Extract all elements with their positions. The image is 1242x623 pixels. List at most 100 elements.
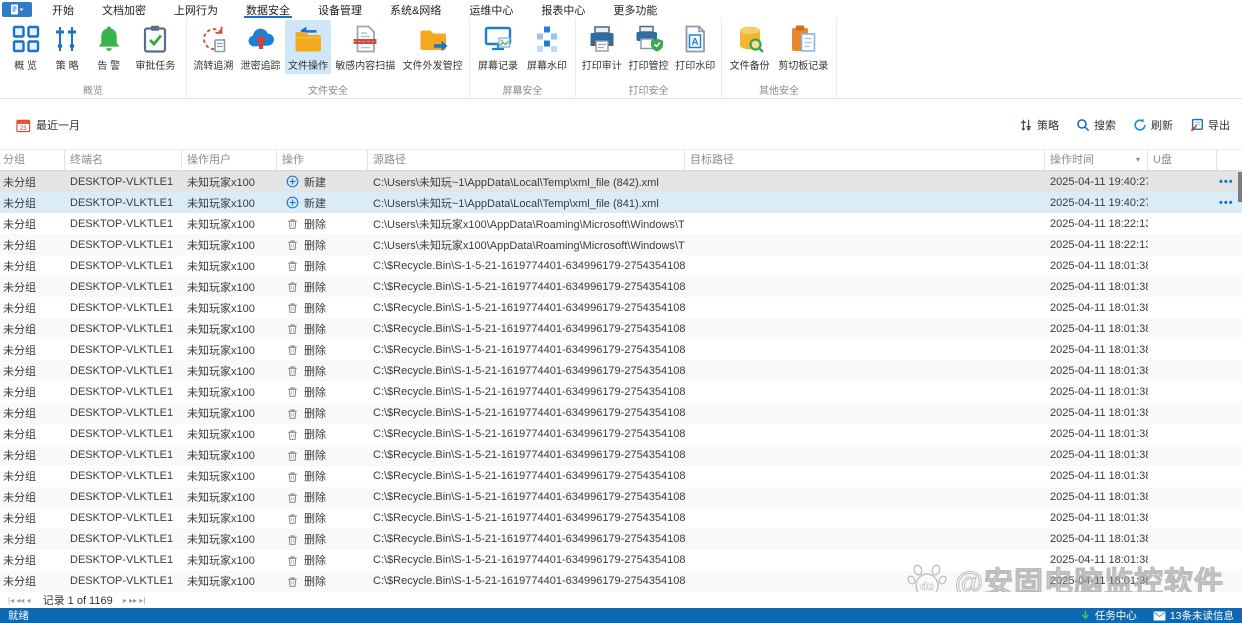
cell-user: 未知玩家x100 [187, 429, 255, 442]
table-row[interactable]: 未分组 DESKTOP-VLKTLE1 未知玩家x100 删除 C:\$Recycle.… [0, 381, 1242, 403]
ribbon-button-label: 打印管控 [628, 61, 669, 72]
column-header-6[interactable]: 目标路径 [685, 150, 1045, 170]
table-row[interactable]: 未分组 DESKTOP-VLKTLE1 未知玩家x100 删除 C:\$Recycle.… [0, 570, 1242, 592]
cell-user: 未知玩家x100 [187, 555, 255, 568]
menu-tab-3[interactable]: 上网行为 [160, 0, 232, 18]
column-header-7[interactable]: 操作时间 ▾ [1045, 150, 1148, 170]
menu-tab-4[interactable]: 数据安全 [232, 0, 304, 18]
ribbon-button-bell[interactable]: 告 警 [91, 20, 127, 74]
column-header-3[interactable]: 操作用户 [182, 150, 277, 170]
ribbon-button-monitor-record[interactable]: 屏幕记录 [475, 20, 521, 74]
cell-group: 未分组 [3, 365, 36, 378]
cell-terminal: DESKTOP-VLKTLE1 [70, 238, 174, 251]
cell-user: 未知玩家x100 [187, 281, 255, 294]
ribbon-button-clipboard-doc[interactable]: 剪切板记录 [775, 20, 831, 74]
toolbar-action-search[interactable]: 搜索 [1076, 117, 1116, 133]
cell-group: 未分组 [3, 576, 36, 589]
trash-icon [286, 512, 299, 525]
ribbon-button-folder-out[interactable]: 文件外发管控 [400, 20, 466, 74]
ribbon-button-trace-cycle[interactable]: 流转追溯 [190, 20, 236, 74]
table-row[interactable]: 未分组 DESKTOP-VLKTLE1 未知玩家x100 删除 C:\$Recycle.… [0, 255, 1242, 277]
table-row[interactable]: 未分组 DESKTOP-VLKTLE1 未知玩家x100 删除 C:\$Recycle.… [0, 528, 1242, 550]
action-label: 删除 [304, 555, 326, 568]
ribbon-button-printer-shield[interactable]: 打印管控 [626, 20, 672, 74]
column-header-5[interactable]: 源路径 [368, 150, 685, 170]
cell-time: 2025-04-11 18:01:38 [1050, 428, 1148, 441]
ribbon-group-label: 文件安全 [308, 86, 348, 97]
ribbon-button-folder-back[interactable]: 文件操作 [284, 20, 331, 74]
cell-terminal: DESKTOP-VLKTLE1 [70, 322, 174, 335]
table-row[interactable]: 未分组 DESKTOP-VLKTLE1 未知玩家x100 删除 C:\$Recycle.… [0, 402, 1242, 424]
cell-action: 删除 [277, 279, 368, 295]
cell-terminal: DESKTOP-VLKTLE1 [70, 533, 174, 546]
table-row[interactable]: 未分组 DESKTOP-VLKTLE1 未知玩家x100 删除 C:\$Recycle.… [0, 507, 1242, 529]
pager-next-buttons[interactable]: ▸ ▸▸ ▸| [123, 596, 146, 605]
task-center-button[interactable]: 任务中心 [1080, 608, 1137, 623]
toolbar-action-refresh[interactable]: 刷新 [1133, 117, 1173, 133]
ribbon-button-label: 打印水印 [675, 61, 716, 72]
menu-tab-9[interactable]: 更多功能 [599, 0, 671, 18]
column-header-1[interactable]: 分组 [0, 150, 65, 170]
column-header-4[interactable]: 操作 [277, 150, 368, 170]
menu-tab-8[interactable]: 报表中心 [527, 0, 599, 18]
cell-source: C:\$Recycle.Bin\S-1-5-21-1619774401-6349… [373, 322, 685, 335]
ribbon-button-clipboard-check[interactable]: 审批任务 [132, 20, 178, 74]
menu-tab-7[interactable]: 运维中心 [455, 0, 527, 18]
ribbon-button-doc-a[interactable]: A 打印水印 [672, 20, 718, 74]
filter-caret-icon[interactable]: ▾ [1136, 150, 1140, 170]
table-row[interactable]: 未分组 DESKTOP-VLKTLE1 未知玩家x100 删除 C:\$Recycle.… [0, 465, 1242, 487]
menu-tab-1[interactable]: 开始 [38, 0, 88, 18]
table-row[interactable]: 未分组 DESKTOP-VLKTLE1 未知玩家x100 删除 C:\$Recycle.… [0, 549, 1242, 571]
app-menu-button[interactable] [2, 2, 32, 17]
menu-tab-6[interactable]: 系统&网络 [376, 0, 455, 18]
table-row[interactable]: 未分组 DESKTOP-VLKTLE1 未知玩家x100 删除 C:\$Recycle.… [0, 360, 1242, 382]
unread-messages-button[interactable]: 13条未读信息 [1153, 608, 1234, 623]
pager-prev-buttons[interactable]: |◂ ◂◂ ◂ [8, 596, 31, 605]
cell-time: 2025-04-11 18:01:38 [1050, 259, 1148, 272]
column-header-2[interactable]: 终端名 [65, 150, 182, 170]
table-row[interactable]: 未分组 DESKTOP-VLKTLE1 未知玩家x100 删除 C:\Users\未知玩… [0, 234, 1242, 256]
menu-tab-2[interactable]: 文档加密 [88, 0, 160, 18]
table-row[interactable]: 未分组 DESKTOP-VLKTLE1 未知玩家x100 删除 C:\$Recycle.… [0, 486, 1242, 508]
ribbon-button-printer[interactable]: 打印审计 [579, 20, 625, 74]
sliders-dark-icon [1019, 118, 1033, 132]
column-header-9[interactable] [1217, 150, 1242, 170]
ribbon-button-db-search[interactable]: 文件备份 [727, 20, 773, 74]
cell-group: 未分组 [3, 513, 36, 526]
toolbar-action-export[interactable]: 导出 [1190, 117, 1230, 133]
ribbon-button-grid[interactable]: 概 览 [8, 20, 44, 74]
table-row[interactable]: 未分组 DESKTOP-VLKTLE1 未知玩家x100 新建 C:\Users\未知玩… [0, 192, 1242, 214]
table-row[interactable]: 未分组 DESKTOP-VLKTLE1 未知玩家x100 新建 C:\Users\未知玩… [0, 171, 1242, 193]
table-row[interactable]: 未分组 DESKTOP-VLKTLE1 未知玩家x100 删除 C:\$Recycle.… [0, 318, 1242, 340]
table-row[interactable]: 未分组 DESKTOP-VLKTLE1 未知玩家x100 删除 C:\$Recycle.… [0, 276, 1242, 298]
menu-tab-5[interactable]: 设备管理 [304, 0, 376, 18]
plus-circle-icon [286, 196, 299, 209]
sliders-icon [52, 24, 82, 54]
date-range-filter[interactable]: 23 最近一月 [16, 117, 80, 133]
cell-time: 2025-04-11 18:01:38 [1050, 301, 1148, 314]
column-header-label: 目标路径 [690, 154, 734, 166]
table-row[interactable]: 未分组 DESKTOP-VLKTLE1 未知玩家x100 删除 C:\Users\未知玩… [0, 213, 1242, 235]
cell-user: 未知玩家x100 [187, 260, 255, 273]
ribbon-button-sliders[interactable]: 策 略 [49, 20, 85, 74]
cell-user: 未知玩家x100 [187, 197, 255, 210]
vertical-scrollbar[interactable] [1238, 172, 1242, 202]
ribbon-button-cloud-leak[interactable]: 泄密追踪 [238, 20, 284, 74]
table-row[interactable]: 未分组 DESKTOP-VLKTLE1 未知玩家x100 删除 C:\$Recycle.… [0, 423, 1242, 445]
checker-watermark-icon [532, 24, 562, 54]
ribbon-button-checker-watermark[interactable]: 屏幕水印 [524, 20, 570, 74]
cell-user: 未知玩家x100 [187, 576, 255, 589]
trace-cycle-icon [198, 24, 228, 54]
cell-source: C:\$Recycle.Bin\S-1-5-21-1619774401-6349… [373, 554, 685, 567]
ribbon-button-label: 告 警 [97, 61, 121, 72]
trash-icon [286, 533, 299, 546]
cell-group: 未分组 [3, 492, 36, 505]
table-row[interactable]: 未分组 DESKTOP-VLKTLE1 未知玩家x100 删除 C:\$Recycle.… [0, 444, 1242, 466]
toolbar-action-sliders[interactable]: 策略 [1019, 117, 1059, 133]
ribbon-button-doc-scan[interactable]: 敏感内容扫描 [332, 20, 398, 74]
column-header-8[interactable]: U盘 [1148, 150, 1217, 170]
cell-group: 未分组 [3, 281, 36, 294]
date-range-label: 最近一月 [36, 120, 80, 132]
table-row[interactable]: 未分组 DESKTOP-VLKTLE1 未知玩家x100 删除 C:\$Recycle.… [0, 339, 1242, 361]
table-row[interactable]: 未分组 DESKTOP-VLKTLE1 未知玩家x100 删除 C:\$Recycle.… [0, 297, 1242, 319]
